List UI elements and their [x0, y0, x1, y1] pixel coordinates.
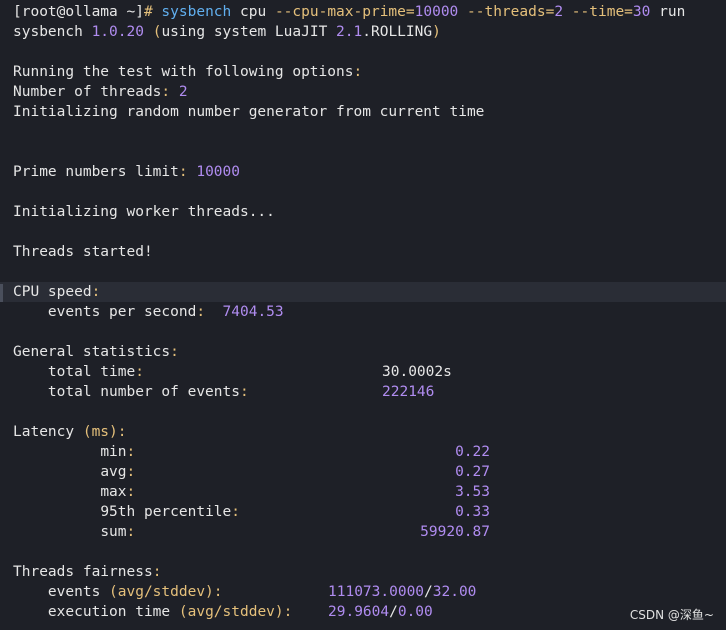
latency-sum-colon: : — [126, 524, 136, 540]
prime-limit-label: Prime numbers limit — [13, 164, 179, 180]
command-prompt-line: [root@ollama ~]# sysbench cpu --cpu-max-… — [13, 2, 685, 22]
command-name: sysbench — [161, 4, 232, 20]
option-threads: --threads= — [467, 4, 555, 20]
init-rng-line: Initializing random number generator fro… — [13, 104, 485, 120]
threads-count-value: 2 — [178, 84, 188, 100]
total-events-value: 222146 — [382, 384, 435, 400]
cursor-gutter-marker — [0, 284, 3, 302]
total-events-label: total number of events — [47, 384, 240, 400]
threads-count-label: Number of threads — [13, 84, 162, 100]
fairness-events-colon: : — [213, 584, 223, 600]
version-prefix: sysbench — [13, 24, 92, 40]
fairness-events-avg: 111073.0000 — [328, 584, 425, 600]
fairness-events-std: 32.00 — [432, 584, 477, 600]
fairness-events-values: 111073.0000/32.00 — [328, 582, 476, 602]
fairness-exec-line: execution time (avg/stddev): — [13, 602, 292, 622]
option-time: --time= — [571, 4, 633, 20]
fairness-exec-colon: : — [283, 604, 293, 620]
latency-min-label: min — [100, 444, 127, 460]
latency-p95-colon: : — [231, 504, 240, 520]
fairness-events-paren: (avg/stddev) — [109, 584, 214, 600]
csdn-watermark: CSDN @深鱼~ — [629, 608, 714, 622]
latency-max-value: 3.53 — [455, 484, 490, 500]
total-time-label: total time — [47, 364, 136, 380]
fairness-exec-std: 0.00 — [397, 604, 433, 620]
latency-sum-line: sum: — [13, 522, 135, 542]
prime-limit-line: Prime numbers limit: 10000 — [13, 162, 240, 182]
terminal-window[interactable]: [root@ollama ~]# sysbench cpu --cpu-max-… — [0, 0, 726, 630]
fairness-exec-avg: 29.9604 — [328, 604, 390, 620]
latency-avg-label: avg — [100, 464, 127, 480]
fairness-events-sep: / — [424, 584, 433, 600]
threads-count-colon: : — [161, 84, 171, 100]
events-per-second-value: 7404.53 — [222, 304, 284, 320]
threads-count-line: Number of threads: 2 — [13, 82, 188, 102]
events-per-second-label: events per second — [47, 304, 197, 320]
version-open-paren: ( — [143, 24, 162, 40]
fairness-exec-sep: / — [389, 604, 398, 620]
latency-avg-line: avg: — [13, 462, 135, 482]
total-time-value: 30.0002s — [382, 364, 452, 380]
prime-limit-colon: : — [178, 164, 188, 180]
options-title-line: Running the test with following options: — [13, 62, 362, 82]
total-events-line: total number of events: — [13, 382, 249, 402]
cpu-speed-title-line: CPU speed: — [13, 282, 100, 302]
latency-min-colon: : — [126, 444, 136, 460]
threads-started-line: Threads started! — [13, 244, 153, 260]
prime-limit-value: 10000 — [196, 164, 240, 180]
latency-min-line: min: — [13, 442, 135, 462]
latency-sum-value: 59920.87 — [420, 524, 490, 540]
version-number: 1.0.20 — [91, 24, 144, 40]
latency-sum-label: sum — [100, 524, 127, 540]
general-stats-colon: : — [170, 344, 179, 360]
options-title-colon: : — [353, 64, 363, 80]
option-cpu-max-prime: --cpu-max-prime= — [274, 4, 415, 20]
latency-min-value: 0.22 — [455, 444, 490, 460]
fairness-events-line: events (avg/stddev): — [13, 582, 223, 602]
option-threads-value: 2 — [554, 4, 564, 20]
prompt-user-host: [root@ollama ~] — [13, 4, 144, 20]
fairness-exec-values: 29.9604/0.00 — [328, 602, 433, 622]
version-using-text: using system LuaJIT — [161, 24, 328, 40]
latency-p95-value: 0.33 — [455, 504, 490, 520]
version-close-paren: ) — [432, 24, 441, 40]
latency-colon: : — [117, 424, 127, 440]
latency-p95-line: 95th percentile: — [13, 502, 240, 522]
events-per-second-line: events per second: 7404.53 — [13, 302, 284, 322]
latency-title: Latency — [13, 424, 83, 440]
total-time-line: total time: — [13, 362, 144, 382]
latency-avg-colon: : — [126, 464, 136, 480]
version-line: sysbench 1.0.20 (using system LuaJIT 2.1… — [13, 22, 441, 42]
fairness-colon: : — [152, 564, 162, 580]
fairness-title-line: Threads fairness: — [13, 562, 161, 582]
cursor-line-highlight — [0, 282, 726, 302]
fairness-title: Threads fairness — [13, 564, 153, 580]
cpu-speed-colon: : — [91, 284, 101, 300]
latency-title-line: Latency (ms): — [13, 422, 127, 442]
cpu-speed-title: CPU speed — [13, 284, 92, 300]
options-title: Running the test with following options — [13, 64, 354, 80]
option-cpu-max-prime-value: 10000 — [414, 4, 459, 20]
command-arg-cpu: cpu — [240, 4, 267, 20]
total-time-colon: : — [135, 364, 144, 380]
prompt-symbol: # — [143, 4, 153, 20]
general-stats-title: General statistics — [13, 344, 171, 360]
command-arg-run: run — [659, 4, 686, 20]
latency-max-colon: : — [126, 484, 136, 500]
total-events-colon: : — [239, 384, 249, 400]
general-stats-title-line: General statistics: — [13, 342, 179, 362]
latency-max-line: max: — [13, 482, 135, 502]
latency-unit: (ms) — [82, 424, 118, 440]
latency-avg-value: 0.27 — [455, 464, 490, 480]
init-workers-line: Initializing worker threads... — [13, 204, 275, 220]
option-time-value: 30 — [632, 4, 651, 20]
fairness-exec-paren: (avg/stddev) — [178, 604, 284, 620]
luajit-version: 2.1 — [336, 24, 363, 40]
events-per-second-colon: : — [196, 304, 206, 320]
fairness-exec-label: execution time — [47, 604, 179, 620]
latency-p95-label: 95th percentile — [100, 504, 232, 520]
luajit-rolling: .ROLLING — [362, 24, 433, 40]
fairness-events-label: events — [47, 584, 110, 600]
latency-max-label: max — [100, 484, 127, 500]
